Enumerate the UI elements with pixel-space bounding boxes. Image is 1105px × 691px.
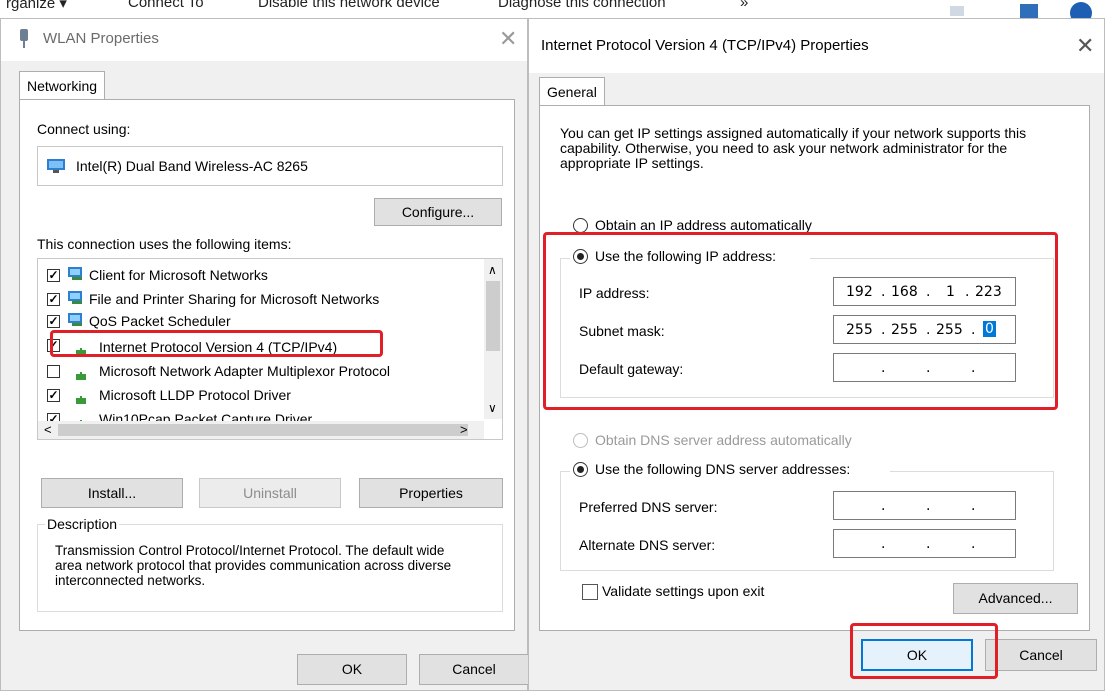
- close-icon[interactable]: ✕: [499, 28, 517, 50]
- more-commands-chevron[interactable]: »: [740, 0, 748, 11]
- organize-menu[interactable]: rganize ▾: [6, 0, 67, 12]
- obtain-dns-auto-label: Obtain DNS server address automatically: [595, 432, 852, 448]
- wlan-title: WLAN Properties: [43, 30, 159, 47]
- obtain-dns-auto-radio[interactable]: [573, 433, 588, 448]
- use-dns-label: Use the following DNS server addresses:: [595, 461, 851, 477]
- horizontal-scrollbar[interactable]: < >: [38, 421, 484, 439]
- intro-text: You can get IP settings assigned automat…: [560, 125, 1027, 171]
- install-button[interactable]: Install...: [41, 478, 183, 508]
- close-icon[interactable]: ✕: [1076, 35, 1094, 57]
- validate-checkbox[interactable]: [582, 584, 598, 600]
- use-dns-radio[interactable]: [573, 462, 588, 477]
- alternate-dns-input[interactable]: ...: [833, 529, 1016, 558]
- list-item-label: QoS Packet Scheduler: [89, 313, 231, 329]
- preferred-dns-label: Preferred DNS server:: [579, 499, 718, 515]
- list-item-label: Microsoft LLDP Protocol Driver: [99, 387, 291, 403]
- ok-button-highlight: [850, 623, 998, 679]
- service-network-icon: [68, 291, 86, 308]
- list-item-label: File and Printer Sharing for Microsoft N…: [89, 291, 380, 307]
- obtain-ip-auto-radio[interactable]: [573, 218, 588, 233]
- list-item-label: Client for Microsoft Networks: [89, 267, 268, 283]
- wlan-cancel-button[interactable]: Cancel: [419, 654, 529, 685]
- validate-label: Validate settings upon exit: [602, 583, 765, 599]
- connect-to-command[interactable]: Connect To: [128, 0, 204, 11]
- network-adapter-icon: [17, 29, 31, 52]
- scroll-up-icon[interactable]: ∧: [488, 263, 497, 277]
- wireless-adapter-icon: [47, 159, 65, 177]
- adapter-box: Intel(R) Dual Band Wireless-AC 8265: [37, 146, 503, 186]
- ipv4-title-bar: Internet Protocol Version 4 (TCP/IPv4) P…: [529, 19, 1104, 73]
- static-ip-highlight: [543, 232, 1058, 410]
- list-item-label: Microsoft Network Adapter Multiplexor Pr…: [99, 363, 390, 379]
- tab-general[interactable]: General: [539, 77, 605, 106]
- tab-networking[interactable]: Networking: [19, 71, 106, 100]
- ipv4-item-highlight: [50, 330, 383, 357]
- connect-using-label: Connect using:: [37, 121, 131, 137]
- obtain-ip-auto-label: Obtain an IP address automatically: [595, 217, 812, 233]
- wlan-ok-button[interactable]: OK: [297, 654, 407, 685]
- ipv4-title: Internet Protocol Version 4 (TCP/IPv4) P…: [541, 37, 869, 54]
- properties-button[interactable]: Properties: [359, 478, 503, 508]
- vertical-scrollbar[interactable]: ∧ ∨: [484, 259, 502, 419]
- uninstall-button[interactable]: Uninstall: [199, 478, 341, 508]
- scrollbar-thumb[interactable]: [486, 281, 500, 351]
- diagnose-command[interactable]: Diagnose this connection: [498, 0, 666, 11]
- items-label: This connection uses the following items…: [37, 236, 292, 252]
- scroll-down-icon[interactable]: ∨: [488, 401, 497, 415]
- wlan-title-bar: WLAN Properties ✕: [1, 19, 527, 61]
- scroll-left-icon[interactable]: <: [44, 422, 52, 437]
- description-label: Description: [45, 516, 120, 532]
- scroll-right-icon[interactable]: >: [460, 422, 468, 437]
- adapter-name: Intel(R) Dual Band Wireless-AC 8265: [76, 158, 308, 174]
- networking-tab-pane: Connect using: Intel(R) Dual Band Wirele…: [19, 99, 515, 631]
- client-network-icon: [68, 267, 86, 284]
- protocol-icon: [74, 369, 88, 385]
- service-network-icon: [68, 313, 86, 330]
- file-sharing-checkbox[interactable]: ✓: [47, 293, 60, 306]
- configure-button[interactable]: Configure...: [374, 198, 502, 226]
- alternate-dns-label: Alternate DNS server:: [579, 537, 716, 553]
- advanced-button[interactable]: Advanced...: [953, 583, 1078, 614]
- multiplexor-checkbox[interactable]: [47, 365, 60, 378]
- hscrollbar-thumb[interactable]: [58, 424, 468, 436]
- description-text: Transmission Control Protocol/Internet P…: [55, 543, 452, 588]
- qos-checkbox[interactable]: ✓: [47, 315, 60, 328]
- view-options-icon[interactable]: [950, 6, 964, 16]
- preferred-dns-input[interactable]: ...: [833, 491, 1016, 520]
- protocol-icon: [74, 393, 88, 409]
- disable-device-command[interactable]: Disable this network device: [258, 0, 440, 11]
- lldp-checkbox[interactable]: ✓: [47, 389, 60, 402]
- client-checkbox[interactable]: ✓: [47, 269, 60, 282]
- ipv4-cancel-button[interactable]: Cancel: [985, 639, 1097, 671]
